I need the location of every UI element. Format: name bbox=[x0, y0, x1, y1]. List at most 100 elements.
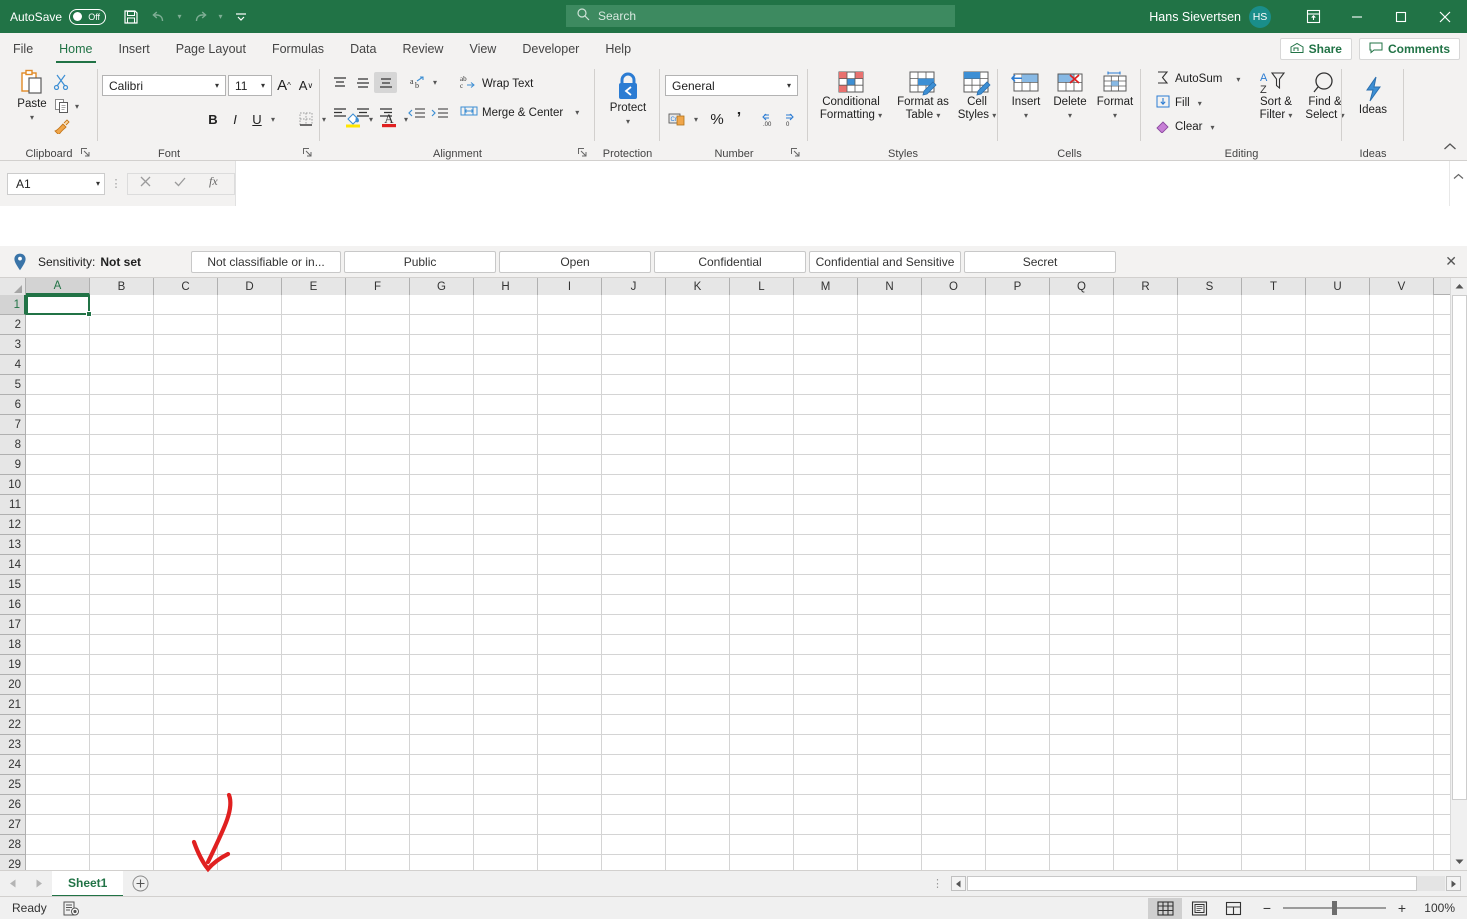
share-button[interactable]: Share bbox=[1279, 38, 1352, 60]
text-orientation-button[interactable]: ab bbox=[405, 72, 429, 93]
maximize-button[interactable] bbox=[1379, 0, 1423, 33]
row-header-1[interactable]: 1 bbox=[0, 295, 26, 315]
redo-icon[interactable] bbox=[187, 4, 213, 30]
next-sheet-icon[interactable] bbox=[26, 871, 52, 897]
redo-dropdown-chevron-icon[interactable]: ▾ bbox=[215, 4, 226, 30]
number-dialog-launcher[interactable] bbox=[790, 147, 802, 159]
expand-formula-bar-icon[interactable] bbox=[1449, 161, 1467, 206]
format-as-table-button[interactable]: Format as Table ▾ bbox=[892, 70, 954, 122]
vertical-scrollbar-thumb[interactable] bbox=[1452, 295, 1467, 800]
ideas-button[interactable]: Ideas bbox=[1352, 74, 1394, 117]
formula-bar-grip[interactable]: ⋮ bbox=[105, 177, 127, 190]
zoom-slider[interactable] bbox=[1283, 901, 1386, 915]
column-header-A[interactable]: A bbox=[26, 278, 90, 295]
normal-view-icon[interactable] bbox=[1148, 897, 1182, 919]
tab-view[interactable]: View bbox=[456, 33, 509, 64]
decrease-font-size-button[interactable]: A ∨ bbox=[296, 75, 316, 96]
tab-insert[interactable]: Insert bbox=[106, 33, 163, 64]
row-header-19[interactable]: 19 bbox=[0, 655, 26, 675]
customize-quick-access-toolbar-icon[interactable] bbox=[228, 4, 254, 30]
align-center-button[interactable] bbox=[351, 102, 374, 123]
fill-button[interactable]: Fill ▾ bbox=[1155, 94, 1202, 112]
autosave-toggle[interactable]: AutoSave Off bbox=[10, 8, 107, 25]
zoom-out-button[interactable]: − bbox=[1260, 900, 1274, 916]
tab-data[interactable]: Data bbox=[337, 33, 389, 64]
tab-developer[interactable]: Developer bbox=[509, 33, 592, 64]
cut-button[interactable] bbox=[50, 72, 72, 92]
wrap-text-button[interactable]: ab c Wrap Text bbox=[460, 74, 533, 93]
horizontal-scrollbar[interactable] bbox=[951, 875, 1461, 892]
row-header-15[interactable]: 15 bbox=[0, 575, 26, 595]
name-box-chevron-down-icon[interactable]: ▾ bbox=[96, 179, 100, 188]
column-header-B[interactable]: B bbox=[90, 278, 154, 295]
format-cells-button[interactable]: Format ▾ bbox=[1092, 70, 1138, 122]
accounting-dropdown-chevron-icon[interactable]: ▾ bbox=[689, 108, 703, 130]
column-header-N[interactable]: N bbox=[858, 278, 922, 295]
enter-icon[interactable] bbox=[173, 175, 187, 193]
sensitivity-option-public[interactable]: Public bbox=[344, 250, 497, 273]
column-header-F[interactable]: F bbox=[346, 278, 410, 295]
row-header-4[interactable]: 4 bbox=[0, 355, 26, 375]
select-all-corner[interactable] bbox=[0, 278, 26, 295]
align-right-button[interactable] bbox=[374, 102, 397, 123]
underline-button[interactable]: U bbox=[246, 108, 268, 130]
column-header-M[interactable]: M bbox=[794, 278, 858, 295]
font-name-chevron-down-icon[interactable]: ▾ bbox=[209, 81, 225, 90]
align-bottom-button[interactable] bbox=[374, 72, 397, 93]
align-top-button[interactable] bbox=[328, 72, 351, 93]
copy-button[interactable] bbox=[52, 96, 72, 116]
orientation-dropdown-chevron-icon[interactable]: ▾ bbox=[428, 72, 442, 93]
cell-styles-button[interactable]: Cell Styles ▾ bbox=[954, 70, 1000, 122]
row-header-10[interactable]: 10 bbox=[0, 475, 26, 495]
increase-font-size-button[interactable]: A ^ bbox=[274, 75, 294, 96]
autosave-switch[interactable]: Off bbox=[69, 8, 107, 25]
align-middle-button[interactable] bbox=[351, 72, 374, 93]
minimize-button[interactable] bbox=[1335, 0, 1379, 33]
merge-dropdown-chevron-icon[interactable]: ▾ bbox=[575, 108, 579, 117]
increase-decimal-button[interactable]: .00 bbox=[758, 108, 784, 130]
row-header-6[interactable]: 6 bbox=[0, 395, 26, 415]
tab-home[interactable]: Home bbox=[46, 33, 105, 64]
format-painter-button[interactable] bbox=[50, 116, 74, 136]
font-name-input[interactable]: Calibri ▾ bbox=[102, 75, 226, 96]
comments-button[interactable]: Comments bbox=[1358, 38, 1460, 60]
number-format-select[interactable]: General ▾ bbox=[665, 75, 798, 96]
column-header-V[interactable]: V bbox=[1370, 278, 1434, 295]
row-header-28[interactable]: 28 bbox=[0, 835, 26, 855]
font-size-chevron-down-icon[interactable]: ▾ bbox=[255, 81, 271, 90]
borders-button[interactable] bbox=[294, 108, 318, 130]
copy-dropdown-chevron-icon[interactable]: ▾ bbox=[72, 96, 82, 116]
undo-icon[interactable] bbox=[146, 4, 172, 30]
vertical-scrollbar[interactable] bbox=[1450, 278, 1467, 870]
scroll-down-icon[interactable] bbox=[1451, 853, 1467, 870]
tab-formulas[interactable]: Formulas bbox=[259, 33, 337, 64]
row-header-7[interactable]: 7 bbox=[0, 415, 26, 435]
page-break-preview-icon[interactable] bbox=[1216, 898, 1250, 919]
page-layout-view-icon[interactable] bbox=[1182, 898, 1216, 919]
tab-review[interactable]: Review bbox=[389, 33, 456, 64]
column-header-E[interactable]: E bbox=[282, 278, 346, 295]
tab-help[interactable]: Help bbox=[592, 33, 644, 64]
decrease-indent-button[interactable] bbox=[405, 102, 428, 123]
column-header-T[interactable]: T bbox=[1242, 278, 1306, 295]
alignment-dialog-launcher[interactable] bbox=[577, 147, 589, 159]
format-cells-chevron-down-icon[interactable]: ▾ bbox=[1113, 109, 1117, 122]
sensitivity-option-secret[interactable]: Secret bbox=[964, 250, 1117, 273]
row-header-24[interactable]: 24 bbox=[0, 755, 26, 775]
row-header-3[interactable]: 3 bbox=[0, 335, 26, 355]
align-left-button[interactable] bbox=[328, 102, 351, 123]
formula-input[interactable] bbox=[235, 161, 1449, 206]
horizontal-scrollbar-track[interactable] bbox=[967, 876, 1445, 891]
conditional-formatting-button[interactable]: Conditional Formatting ▾ bbox=[812, 70, 890, 122]
font-dialog-launcher[interactable] bbox=[302, 147, 314, 159]
insert-cells-chevron-down-icon[interactable]: ▾ bbox=[1024, 109, 1028, 122]
percent-style-button[interactable]: % bbox=[706, 108, 728, 130]
autosum-button[interactable]: AutoSum ▾ bbox=[1155, 70, 1240, 88]
row-header-23[interactable]: 23 bbox=[0, 735, 26, 755]
underline-dropdown-chevron-icon[interactable]: ▾ bbox=[266, 108, 280, 130]
horizontal-scrollbar-thumb[interactable] bbox=[967, 876, 1417, 891]
column-header-D[interactable]: D bbox=[218, 278, 282, 295]
autosum-chevron-down-icon[interactable]: ▾ bbox=[1236, 75, 1240, 84]
format-as-table-chevron-down-icon[interactable]: ▾ bbox=[936, 111, 940, 120]
row-header-2[interactable]: 2 bbox=[0, 315, 26, 335]
